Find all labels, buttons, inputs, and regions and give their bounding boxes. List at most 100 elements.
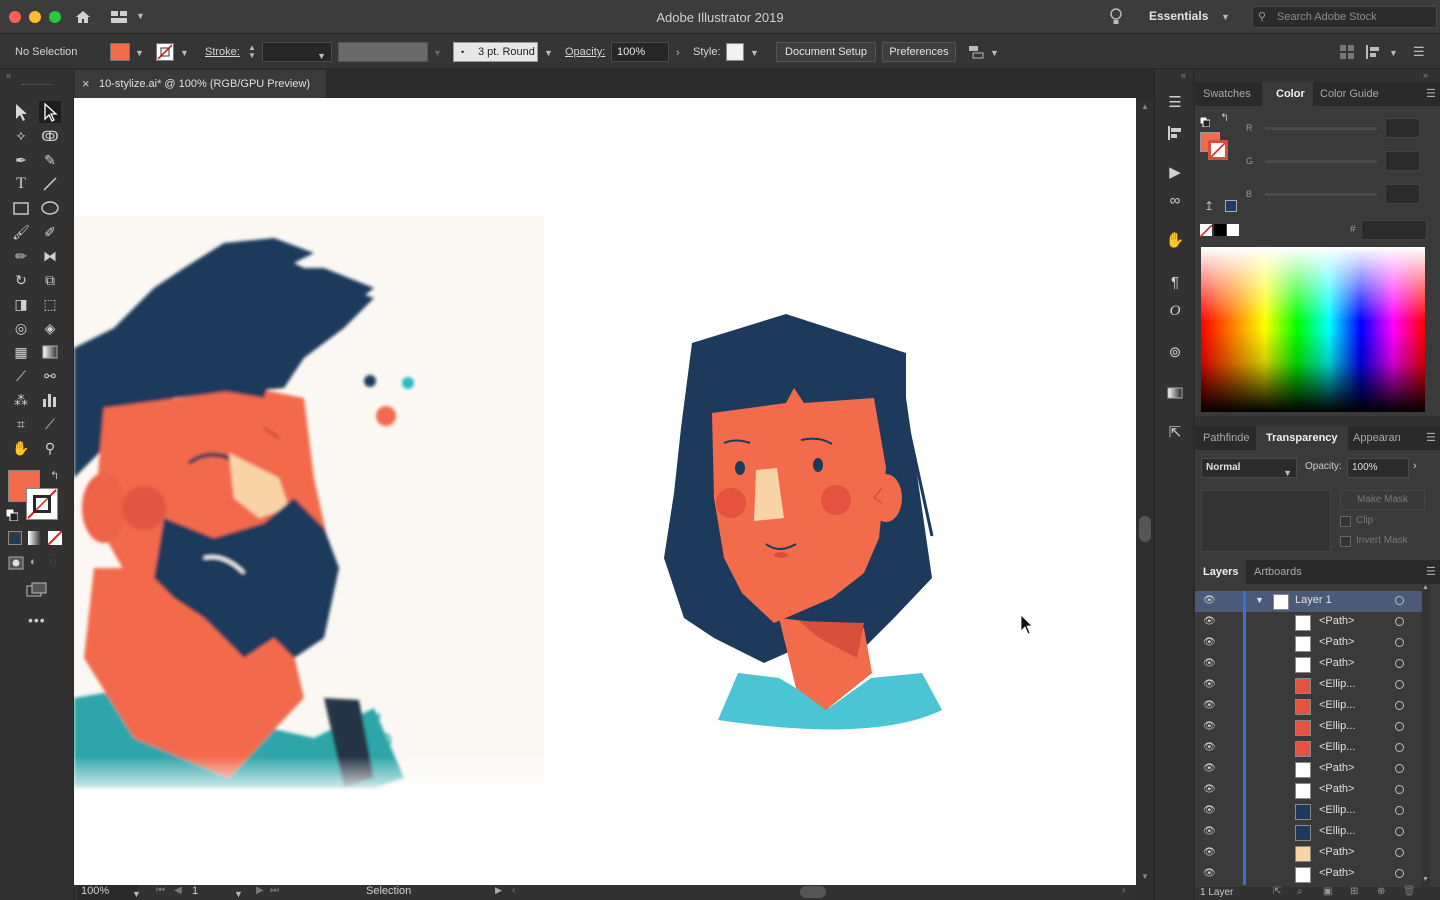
search-stock-input[interactable]: ⚲ Search Adobe Stock xyxy=(1252,6,1437,28)
actions-panel-icon[interactable]: ▶ xyxy=(1164,162,1186,184)
stroke-weight-stepper[interactable]: ▲ ▼ xyxy=(248,44,260,60)
opacity-field[interactable]: 100% xyxy=(611,42,669,62)
target-circle-icon[interactable] xyxy=(1395,596,1404,605)
symbols-panel-icon[interactable]: ⊚ xyxy=(1164,342,1186,364)
chevron-down-icon[interactable]: ▼ xyxy=(544,48,553,58)
export-icon[interactable]: ⇱ xyxy=(1273,886,1281,897)
opentype-panel-icon[interactable]: O xyxy=(1164,300,1186,322)
clipping-mask-icon[interactable]: ▣ xyxy=(1323,886,1332,897)
chevron-down-icon[interactable]: ▼ xyxy=(234,889,243,899)
visibility-eye-icon[interactable]: 👁 xyxy=(1203,658,1216,669)
artboard-tool-icon[interactable]: ⌗ xyxy=(10,413,32,435)
target-circle-icon[interactable] xyxy=(1395,869,1404,878)
visibility-eye-icon[interactable]: 👁 xyxy=(1203,868,1216,879)
magic-wand-tool-icon[interactable]: ✧ xyxy=(10,125,32,147)
color-stroke-swatch[interactable] xyxy=(1208,140,1228,160)
layer-row[interactable]: 👁 <Ellip... xyxy=(1195,822,1425,843)
target-circle-icon[interactable] xyxy=(1395,743,1404,752)
align-icon[interactable] xyxy=(1340,45,1354,59)
pen-tool-icon[interactable]: ✒ xyxy=(10,149,32,171)
visibility-eye-icon[interactable]: 👁 xyxy=(1203,784,1216,795)
b-slider[interactable] xyxy=(1265,193,1377,196)
layer-row[interactable]: 👁 <Ellip... xyxy=(1195,717,1425,738)
gradient-mode-icon[interactable] xyxy=(28,531,42,545)
ellipse-tool-icon[interactable] xyxy=(39,197,61,219)
selection-tool-icon[interactable] xyxy=(10,101,32,123)
collapse-panels-icon[interactable]: » xyxy=(1423,70,1428,80)
panel-menu-icon[interactable]: ☰ xyxy=(1426,431,1436,444)
rectangle-tool-icon[interactable] xyxy=(10,197,32,219)
layer-row[interactable]: 👁 <Path> xyxy=(1195,612,1425,633)
tab-pathfinder[interactable]: Pathfinde xyxy=(1203,426,1249,450)
transparency-opacity-field[interactable]: 100% xyxy=(1347,458,1409,478)
target-circle-icon[interactable] xyxy=(1395,638,1404,647)
previous-artboard-icon[interactable]: ◀ xyxy=(174,885,182,896)
chevron-right-icon[interactable]: › xyxy=(1413,460,1417,472)
status-menu-icon[interactable]: ▶ xyxy=(495,885,502,896)
minimize-window-button[interactable] xyxy=(29,11,41,23)
last-artboard-icon[interactable]: ⏭ xyxy=(270,885,279,896)
b-value-field[interactable] xyxy=(1385,184,1420,204)
swap-fill-stroke-icon[interactable]: ↰ xyxy=(50,469,59,482)
chevron-down-icon[interactable]: ▼ xyxy=(1283,464,1292,482)
graphic-style-swatch[interactable] xyxy=(726,43,744,61)
black-color-swatch[interactable] xyxy=(1214,224,1226,236)
properties-panel-icon[interactable]: ☰ xyxy=(1164,92,1186,114)
none-mode-icon[interactable] xyxy=(47,530,63,546)
layer-row[interactable]: 👁 <Ellip... xyxy=(1195,801,1425,822)
toolbar-grip[interactable] xyxy=(22,84,52,86)
gradient-panel-icon[interactable] xyxy=(1164,382,1186,404)
color-mode-icon[interactable] xyxy=(8,531,22,545)
chevron-down-icon[interactable]: ▼ xyxy=(1221,12,1230,22)
arrange-icon[interactable] xyxy=(968,44,984,60)
tab-artboards[interactable]: Artboards xyxy=(1254,560,1302,584)
g-value-field[interactable] xyxy=(1385,151,1420,171)
blend-mode-select[interactable]: Normal ▼ xyxy=(1201,458,1297,478)
visibility-eye-icon[interactable]: 👁 xyxy=(1203,679,1216,690)
scroll-down-icon[interactable]: ▼ xyxy=(1141,872,1149,881)
r-value-field[interactable] xyxy=(1385,118,1420,138)
panel-menu-icon[interactable]: ☰ xyxy=(1426,87,1436,100)
brush-definition-field[interactable]: • 3 pt. Round xyxy=(453,42,538,62)
shaper-tool-icon[interactable]: ✐ xyxy=(39,221,61,243)
swap-colors-icon[interactable]: ↰ xyxy=(1220,111,1229,124)
web-safe-color-swatch[interactable] xyxy=(1225,200,1237,212)
locate-object-icon[interactable]: ⌕ xyxy=(1297,886,1303,897)
layers-scrollbar[interactable]: ▲ ▼ xyxy=(1422,584,1430,887)
raster-reference-image[interactable] xyxy=(74,216,544,798)
expand-dock-icon[interactable]: « xyxy=(1181,70,1186,80)
chevron-down-icon[interactable]: ▼ xyxy=(433,48,442,58)
chevron-down-icon[interactable]: ▼ xyxy=(750,48,759,58)
type-tool-icon[interactable]: T xyxy=(10,173,32,195)
chevron-down-icon[interactable]: ▼ xyxy=(180,48,189,58)
screen-mode-icon[interactable] xyxy=(26,582,48,598)
export-assets-icon[interactable]: ⇱ xyxy=(1164,422,1186,444)
layer-row[interactable]: 👁 <Path> xyxy=(1195,654,1425,675)
chevron-down-icon[interactable]: ▼ xyxy=(1255,595,1264,605)
edit-toolbar-icon[interactable]: ••• xyxy=(28,612,46,628)
clip-checkbox[interactable] xyxy=(1340,516,1351,527)
visibility-eye-icon[interactable]: 👁 xyxy=(1203,805,1216,816)
puppet-warp-icon[interactable]: ✋ xyxy=(1164,230,1186,252)
hex-value-field[interactable] xyxy=(1361,220,1427,240)
target-circle-icon[interactable] xyxy=(1395,806,1404,815)
target-circle-icon[interactable] xyxy=(1395,617,1404,626)
tab-swatches[interactable]: Swatches xyxy=(1203,82,1251,106)
first-artboard-icon[interactable]: ⏮ xyxy=(156,885,165,896)
visibility-eye-icon[interactable]: 👁 xyxy=(1203,721,1216,732)
vertical-scroll-thumb[interactable] xyxy=(1139,516,1151,542)
artboard-number-field[interactable]: 1 xyxy=(188,885,238,900)
home-icon[interactable] xyxy=(74,8,92,26)
reflect-tool-icon[interactable]: ⧓ xyxy=(39,245,61,267)
visibility-eye-icon[interactable]: 👁 xyxy=(1203,847,1216,858)
gradient-tool-icon[interactable] xyxy=(39,341,61,363)
target-circle-icon[interactable] xyxy=(1395,722,1404,731)
tab-appearance[interactable]: Appearan xyxy=(1353,426,1401,450)
layer-row[interactable]: 👁 <Path> xyxy=(1195,864,1425,885)
variable-width-profile[interactable] xyxy=(338,42,428,62)
column-graph-tool-icon[interactable] xyxy=(39,389,61,411)
links-panel-icon[interactable]: ∞ xyxy=(1164,190,1186,212)
symbol-sprayer-tool-icon[interactable]: ⁂ xyxy=(10,389,32,411)
scroll-up-icon[interactable]: ▲ xyxy=(1141,102,1149,111)
scroll-right-icon[interactable]: › xyxy=(1122,885,1125,896)
